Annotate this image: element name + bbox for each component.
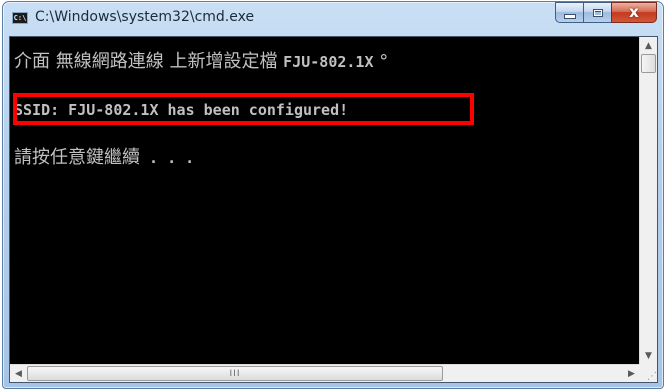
horizontal-scroll-thumb[interactable]: III	[27, 366, 443, 381]
cmd-icon[interactable]: C:\	[12, 12, 28, 24]
title-bar[interactable]: C:\ C:\Windows\system32\cmd.exe x	[3, 2, 663, 36]
console-client-area[interactable]: 介面 無線網路連線 上新增設定檔 FJU-802.1X ° SSID: FJU-…	[9, 36, 658, 383]
console-text-ssid: FJU-802.1X	[283, 53, 374, 71]
close-icon: x	[629, 3, 639, 21]
resize-grip-icon: ⋰	[647, 371, 657, 382]
console-text-prompt: 請按任意鍵繼續	[14, 147, 140, 168]
console-line-profile-added: 介面 無線網路連線 上新增設定檔 FJU-802.1X °	[14, 51, 388, 73]
scroll-down-button[interactable]: ▼	[640, 347, 657, 364]
console-output[interactable]: 介面 無線網路連線 上新增設定檔 FJU-802.1X ° SSID: FJU-…	[10, 37, 640, 364]
minimize-icon	[563, 14, 576, 19]
cmd-window: C:\ C:\Windows\system32\cmd.exe x 介面 無線網…	[2, 1, 664, 389]
console-text-end: °	[373, 51, 389, 72]
down-arrow-icon: ▼	[645, 350, 652, 361]
scroll-right-button[interactable]: ▶	[623, 365, 640, 382]
console-text-dots: . . .	[140, 149, 195, 167]
console-line-press-any-key: 請按任意鍵繼續 . . .	[14, 147, 194, 169]
minimize-button[interactable]	[555, 2, 583, 23]
highlight-box	[13, 93, 474, 125]
left-arrow-icon: ◀	[15, 368, 22, 379]
up-arrow-icon: ▲	[645, 40, 652, 51]
maximize-button[interactable]	[583, 2, 611, 23]
maximize-icon	[592, 8, 603, 17]
horizontal-scrollbar[interactable]: ◀ III ▶	[10, 364, 640, 382]
size-grip[interactable]: ⋰	[639, 364, 657, 382]
scroll-up-button[interactable]: ▲	[640, 37, 657, 54]
window-title: C:\Windows\system32\cmd.exe	[35, 9, 255, 25]
scroll-left-button[interactable]: ◀	[10, 365, 27, 382]
vertical-scrollbar[interactable]: ▲ ▼	[639, 37, 657, 364]
vertical-scroll-thumb[interactable]	[641, 54, 656, 73]
caption-buttons: x	[555, 2, 657, 24]
console-text-cjk: 介面 無線網路連線 上新增設定檔	[14, 51, 284, 72]
right-arrow-icon: ▶	[628, 368, 635, 379]
grip-icon: III	[229, 368, 241, 379]
close-button[interactable]: x	[611, 2, 657, 23]
